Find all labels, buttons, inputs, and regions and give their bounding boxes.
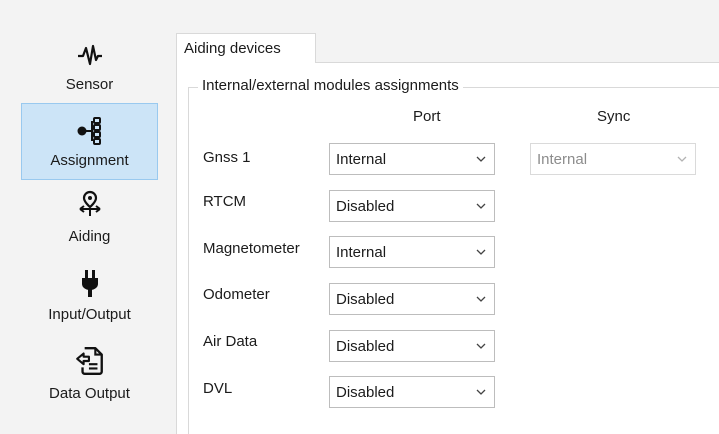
waveform-icon — [77, 44, 102, 66]
air-data-port-select[interactable]: Disabled — [329, 330, 495, 362]
sidebar-item-data-output[interactable]: Data Output — [21, 345, 158, 413]
tree-nodes-icon — [77, 117, 101, 145]
sidebar-item-aiding[interactable]: Aiding — [21, 189, 158, 257]
gnss1-sync-select[interactable]: Internal — [530, 143, 696, 175]
column-header-sync: Sync — [597, 108, 631, 125]
row-label-magnetometer: Magnetometer — [203, 240, 300, 257]
select-value: Internal — [336, 244, 387, 261]
select-value: Disabled — [336, 291, 395, 308]
tab-aiding-devices[interactable]: Aiding devices — [176, 33, 316, 63]
dvl-port-select[interactable]: Disabled — [329, 376, 495, 408]
select-value: Disabled — [336, 338, 395, 355]
select-value: Disabled — [336, 384, 395, 401]
chevron-down-icon — [476, 389, 486, 395]
row-label-air-data: Air Data — [203, 333, 258, 350]
gnss1-port-select[interactable]: Internal — [329, 143, 495, 175]
sidebar-item-label: Data Output — [49, 385, 130, 402]
chevron-down-icon — [476, 296, 486, 302]
sidebar-item-assignment[interactable]: Assignment — [21, 103, 158, 180]
rtcm-port-select[interactable]: Disabled — [329, 190, 495, 222]
group-border — [188, 87, 189, 434]
column-header-port: Port — [413, 108, 441, 125]
sidebar-item-sensor[interactable]: Sensor — [21, 40, 158, 100]
row-label-dvl: DVL — [203, 380, 233, 397]
plug-icon — [81, 270, 98, 297]
sidebar-item-input-output[interactable]: Input/Output — [21, 268, 158, 336]
row-label-rtcm: RTCM — [203, 193, 247, 210]
sidebar-item-label: Aiding — [68, 228, 111, 245]
sidebar-item-label: Input/Output — [48, 306, 131, 323]
chevron-down-icon — [476, 249, 486, 255]
document-output-icon — [75, 347, 103, 375]
select-value: Disabled — [336, 198, 395, 215]
map-pin-route-icon — [78, 190, 101, 216]
magnetometer-port-select[interactable]: Internal — [329, 236, 495, 268]
row-label-gnss1: Gnss 1 — [203, 149, 251, 166]
select-value: Internal — [537, 151, 588, 168]
odometer-port-select[interactable]: Disabled — [329, 283, 495, 315]
sidebar-item-label: Sensor — [65, 76, 114, 93]
sidebar-item-label: Assignment — [50, 152, 129, 169]
chevron-down-icon — [476, 343, 486, 349]
chevron-down-icon — [677, 156, 687, 162]
sidebar: Sensor Assignment Aiding Input/Output Da… — [0, 0, 170, 434]
chevron-down-icon — [476, 156, 486, 162]
select-value: Internal — [336, 151, 387, 168]
row-label-odometer: Odometer — [203, 286, 270, 303]
chevron-down-icon — [476, 203, 486, 209]
group-title: Internal/external modules assignments — [198, 77, 463, 94]
